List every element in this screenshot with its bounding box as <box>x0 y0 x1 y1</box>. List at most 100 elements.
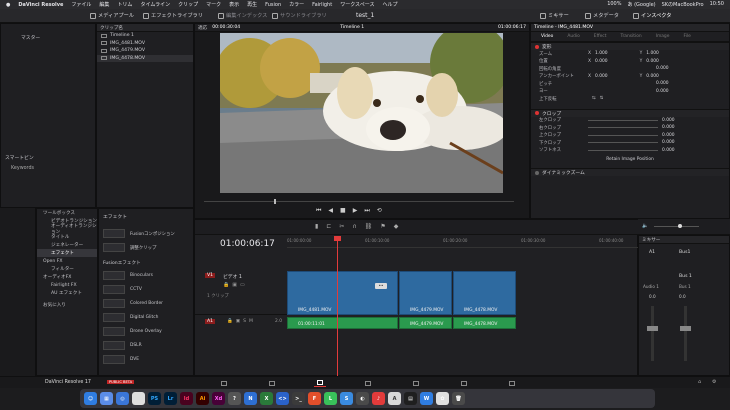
clip-name-column[interactable]: クリップ名 <box>100 25 123 31</box>
launchpad-icon[interactable]: ▦ <box>100 392 113 405</box>
tree-item-generators[interactable]: ジェネレーター <box>37 241 97 249</box>
page-edit-button[interactable] <box>314 379 326 387</box>
softness-field[interactable]: 0.000 <box>662 148 675 153</box>
edit-index-button[interactable]: 編集インデックス <box>218 12 267 19</box>
excel-icon[interactable]: X <box>260 392 273 405</box>
anchor-y-field[interactable]: 0.000 <box>646 74 659 79</box>
marker-icon[interactable]: ◆ <box>394 223 399 230</box>
blade-tool-icon[interactable]: ✂ <box>339 223 344 230</box>
video-clip[interactable]: IMG_4481.MOV <box>287 271 398 315</box>
media-pool-button[interactable]: メディアプール <box>90 12 134 19</box>
dynamic-zoom-section[interactable]: ダイナミックズーム <box>531 168 729 176</box>
zoom-y-field[interactable]: 1.000 <box>646 51 659 56</box>
photoshop-icon[interactable]: PS <box>148 392 161 405</box>
flag-icon[interactable]: ⚑ <box>380 223 385 230</box>
zoom-x-field[interactable]: 1.000 <box>595 51 608 56</box>
timeline-name[interactable]: Timeline 1 <box>340 25 364 30</box>
device-name[interactable]: SKのMacBookPro <box>662 1 704 8</box>
snap-icon[interactable]: ∩ <box>352 223 356 230</box>
auto-select-icon[interactable]: ▣ <box>236 319 240 324</box>
trim-tool-icon[interactable]: ⊏ <box>326 223 331 230</box>
viewer-playhead[interactable] <box>274 199 276 204</box>
menu-item-clip[interactable]: クリップ <box>178 1 198 8</box>
tree-item-effects[interactable]: エフェクト <box>37 249 97 257</box>
tab-image[interactable]: Image <box>656 34 670 39</box>
page-cut-button[interactable] <box>266 379 278 387</box>
effect-card[interactable]: Fusionコンポジション <box>99 228 193 239</box>
tree-item-filters[interactable]: フィルター <box>37 265 97 273</box>
anchor-x-field[interactable]: 0.000 <box>595 74 608 79</box>
tree-item-au-effects[interactable]: AU エフェクト <box>37 289 97 297</box>
menu-item-timeline[interactable]: タイムライン <box>140 1 170 8</box>
photos-icon[interactable]: ✿ <box>436 392 449 405</box>
illustrator-icon[interactable]: Ai <box>196 392 209 405</box>
safari-icon[interactable]: ◎ <box>116 392 129 405</box>
notion-icon[interactable]: N <box>244 392 257 405</box>
xd-icon[interactable]: Xd <box>212 392 225 405</box>
tree-item-openfx[interactable]: Open FX <box>37 257 97 265</box>
solo-button[interactable]: S <box>243 319 246 324</box>
enable-dot-icon[interactable] <box>535 44 539 49</box>
crop-slider[interactable] <box>588 149 658 151</box>
word-icon[interactable]: W <box>420 392 433 405</box>
inspector-button[interactable]: インスペクタ <box>633 12 671 19</box>
transition-handle-icon[interactable]: •• <box>375 283 387 289</box>
track-visibility-icon[interactable]: ▭ <box>240 282 245 288</box>
video-clip[interactable]: IMG_4479.MOV <box>399 271 452 315</box>
clip-list-item[interactable]: IMG_4478.MOV <box>97 54 193 62</box>
master-bin[interactable]: マスター <box>1 24 95 41</box>
effect-card[interactable]: DVE <box>99 354 193 365</box>
menu-item-trim[interactable]: トリム <box>117 1 132 8</box>
menu-item-edit[interactable]: 編集 <box>99 1 109 8</box>
play-reverse-icon[interactable]: ◀ <box>328 207 333 215</box>
crop-slider[interactable] <box>588 142 658 144</box>
video-clip[interactable]: IMG_4478.MOV <box>453 271 516 315</box>
tab-transition[interactable]: Transition <box>620 34 641 39</box>
crop-left-field[interactable]: 0.000 <box>662 118 675 123</box>
position-y-field[interactable]: 0.000 <box>646 59 659 64</box>
yaw-field[interactable]: 0.000 <box>656 89 669 94</box>
effect-card[interactable]: DSLR <box>99 340 193 351</box>
apple-icon[interactable]: ● <box>6 2 10 8</box>
crop-bottom-field[interactable]: 0.000 <box>662 140 675 145</box>
audio-clip[interactable]: 01:00:11:01 <box>287 317 398 329</box>
enable-dot-icon[interactable] <box>535 170 539 175</box>
effect-card[interactable]: Drone Overlay <box>99 326 193 337</box>
loop-icon[interactable]: ⟲ <box>377 207 382 215</box>
crop-slider[interactable] <box>588 127 658 129</box>
tab-effect[interactable]: Effect <box>594 34 607 39</box>
page-media-button[interactable] <box>218 379 230 387</box>
tab-video[interactable]: Video <box>541 34 553 39</box>
playhead-handle[interactable] <box>334 236 341 241</box>
crop-slider[interactable] <box>588 119 658 121</box>
menu-item-fairlight[interactable]: Fairlight <box>312 2 332 8</box>
timeline-playhead[interactable] <box>337 236 338 376</box>
sourcetree-icon[interactable]: S <box>340 392 353 405</box>
clip-list-item[interactable]: Timeline 1 <box>97 32 193 40</box>
skip-start-icon[interactable]: ⏮ <box>316 207 321 215</box>
crop-top-field[interactable]: 0.000 <box>662 133 675 138</box>
link-icon[interactable]: ⛓ <box>365 223 373 230</box>
pitch-field[interactable]: 0.000 <box>656 81 669 86</box>
clip-list-item[interactable]: IMG_4479.MOV <box>97 47 193 55</box>
metadata-button[interactable]: メタデータ <box>585 12 619 19</box>
flip-vertical-icon[interactable]: ⇅ <box>600 96 604 101</box>
audio-clip[interactable]: IMG_4479.MOV <box>399 317 452 329</box>
menu-item-file[interactable]: ファイル <box>71 1 91 8</box>
tree-item-audio-transitions[interactable]: オーディオトランジション <box>37 224 97 235</box>
crop-slider[interactable] <box>588 134 658 136</box>
tab-audio[interactable]: Audio <box>567 34 579 39</box>
mixer-button[interactable]: ミキサー <box>540 12 569 19</box>
menu-clock[interactable]: 10:50 <box>710 1 724 8</box>
page-fusion-button[interactable] <box>362 379 374 387</box>
input-method[interactable]: あ (Google) <box>627 1 655 8</box>
menu-app-name[interactable]: DaVinci Resolve <box>18 2 63 8</box>
fader-knob[interactable] <box>647 326 658 331</box>
mute-button[interactable]: M <box>249 319 253 324</box>
volume-slider-knob[interactable] <box>678 224 682 228</box>
audio-clip[interactable]: IMG_4478.MOV <box>453 317 516 329</box>
page-deliver-button[interactable] <box>506 379 518 387</box>
stop-icon[interactable]: ■ <box>340 207 346 215</box>
menu-item-fusion[interactable]: Fusion <box>265 2 281 8</box>
position-x-field[interactable]: 0.000 <box>595 59 608 64</box>
